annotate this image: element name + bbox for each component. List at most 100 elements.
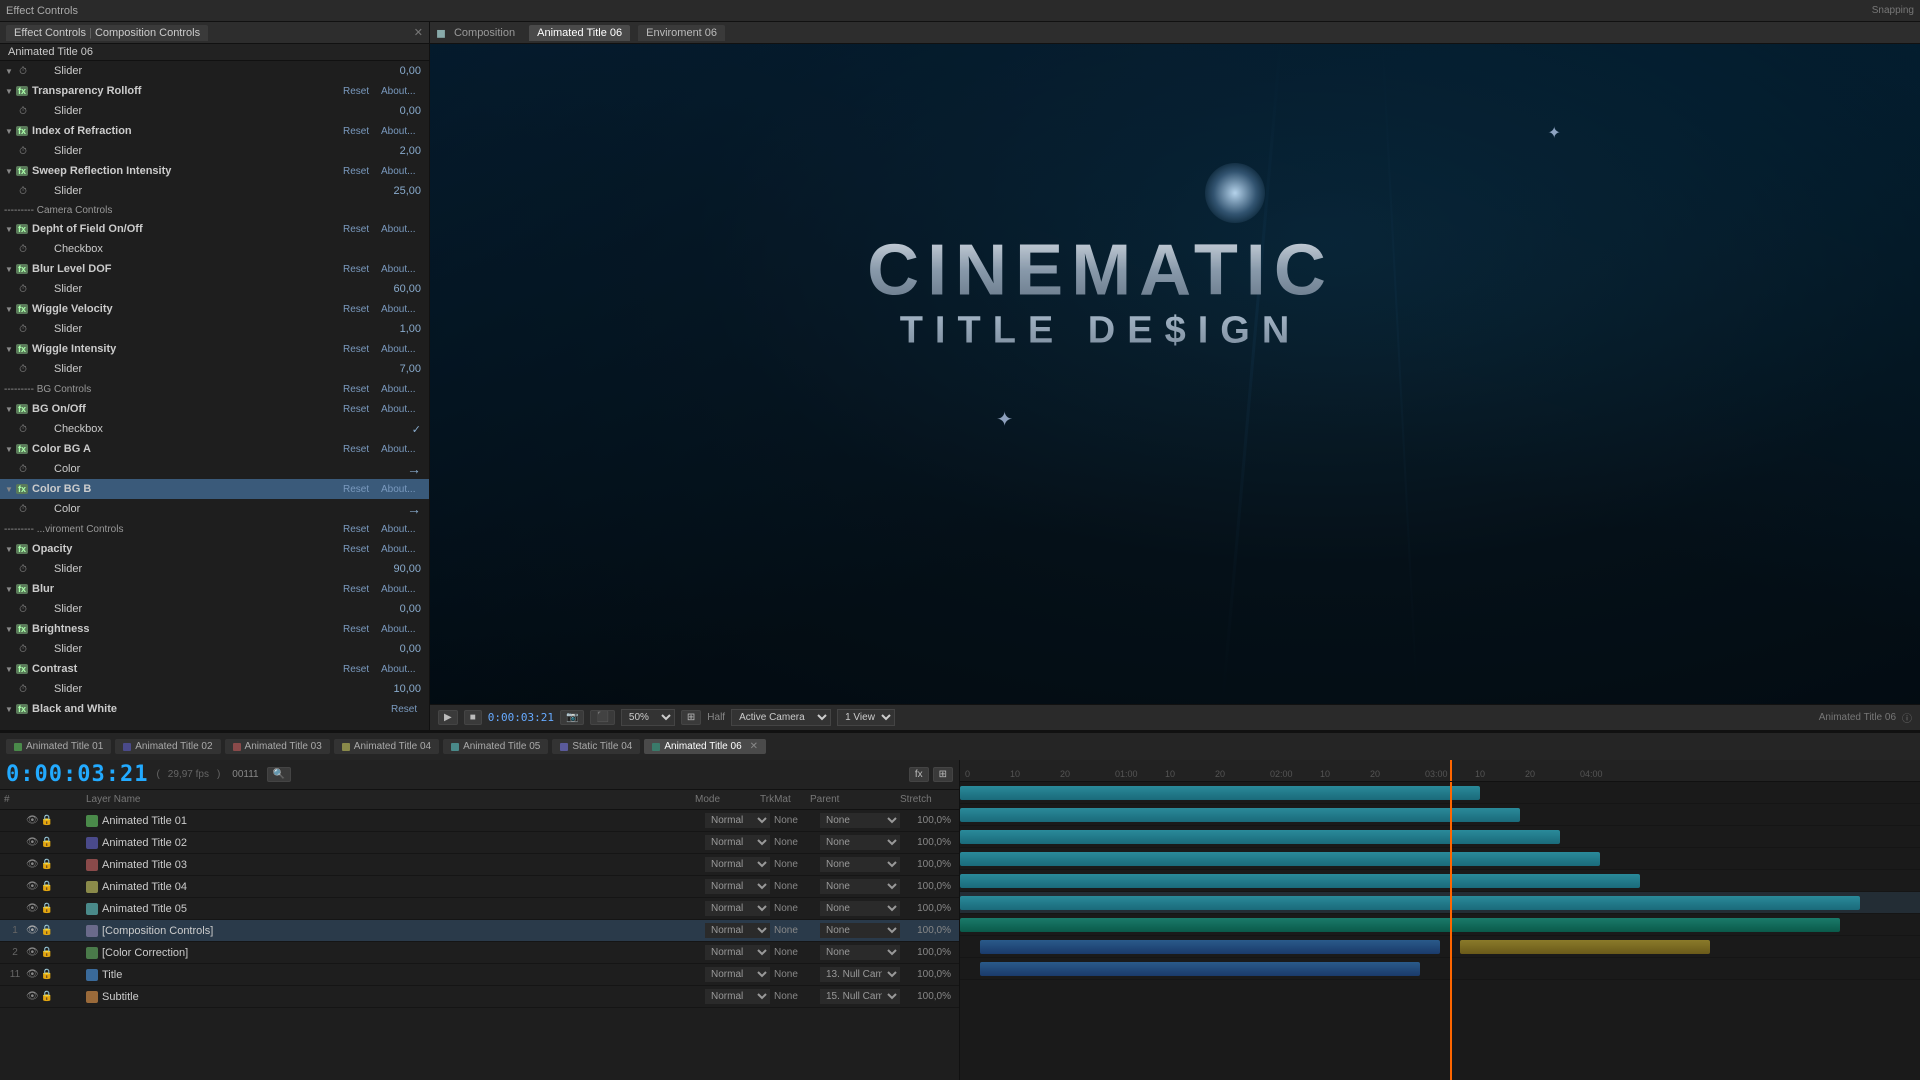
resolution-toggle[interactable]: ⬛ [590,710,614,725]
lock-icon[interactable]: 🔒 [41,837,53,848]
slider-row-2[interactable]: ⏱ Slider 2,00 [0,141,429,161]
slider-row-4[interactable]: ⏱ Slider 60,00 [0,279,429,299]
eye-icon[interactable]: 👁 [26,881,39,892]
layer-parent-select[interactable]: None [820,813,900,828]
comp-tab-enviroment06[interactable]: Enviroment 06 [638,25,725,41]
lock-icon[interactable]: 🔒 [41,947,53,958]
eye-icon[interactable]: 👁 [26,947,39,958]
layer-mode-select[interactable]: Normal [705,813,770,828]
lock-icon[interactable]: 🔒 [41,903,53,914]
color-row-2[interactable]: ⏱ Color → [0,499,429,519]
blur-level-row[interactable]: fx Blur Level DOF Reset About... [0,259,429,279]
about-btn[interactable]: About... [377,86,425,97]
slider-row-1[interactable]: ⏱ Slider 0,00 [0,101,429,121]
slider-row-10[interactable]: ⏱ Slider 10,00 [0,679,429,699]
layer-mode-select[interactable]: Normal [705,967,770,982]
layer-parent-select[interactable]: None [820,901,900,916]
layer-parent-select[interactable]: None [820,879,900,894]
contrast-row[interactable]: fx Contrast Reset About... [0,659,429,679]
layer-parent-select[interactable]: 13. Null Cam 1 [820,967,900,982]
comp-strip-tab-static04[interactable]: Static Title 04 [552,739,640,754]
reset-btn[interactable]: Reset [339,166,377,177]
reset-btn[interactable]: Reset [339,484,377,495]
index-refraction-row[interactable]: fx Index of Refraction Reset About... [0,121,429,141]
layer-mode-select[interactable]: Normal [705,923,770,938]
about-btn[interactable]: About... [377,524,425,535]
about-btn[interactable]: About... [377,664,425,675]
eye-icon[interactable]: 👁 [26,991,39,1002]
lock-icon[interactable]: 🔒 [41,969,53,980]
eye-icon[interactable]: 👁 [26,903,39,914]
comp-strip-tab-06[interactable]: Animated Title 06 ✕ [644,739,766,754]
lock-icon[interactable]: 🔒 [41,991,53,1002]
about-btn[interactable]: About... [377,304,425,315]
view-mode-select[interactable]: Active Camera [731,709,831,726]
reset-btn[interactable]: Reset [339,344,377,355]
eye-icon[interactable]: 👁 [26,859,39,870]
comp-strip-tab-03[interactable]: Animated Title 03 [225,739,330,754]
about-btn[interactable]: About... [377,444,425,455]
reset-btn[interactable]: Reset [339,224,377,235]
layer-parent-select[interactable]: 15. Null Cam 2 [820,989,900,1004]
blur-row[interactable]: fx Blur Reset About... [0,579,429,599]
reset-btn[interactable]: Reset [387,704,425,715]
about-btn[interactable]: About... [377,584,425,595]
comp-tab-animated06[interactable]: Animated Title 06 [529,25,630,41]
snapshot-button[interactable]: 📷 [560,710,584,725]
comp-strip-tab-01[interactable]: Animated Title 01 [6,739,111,754]
lock-icon[interactable]: 🔒 [41,881,53,892]
black-white-row[interactable]: fx Black and White Reset [0,699,429,719]
about-btn[interactable]: About... [377,544,425,555]
slider-row-9[interactable]: ⏱ Slider 0,00 [0,639,429,659]
eye-icon[interactable]: 👁 [26,837,39,848]
layer-row[interactable]: 👁 🔒 Subtitle Normal None 15. Null Cam 2 … [0,986,959,1008]
about-btn[interactable]: About... [377,166,425,177]
about-btn[interactable]: About... [377,344,425,355]
reset-btn[interactable]: Reset [339,264,377,275]
play-button[interactable]: ▶ [438,710,458,725]
color-bg-a-row[interactable]: fx Color BG A Reset About... [0,439,429,459]
layer-row[interactable]: 👁 🔒 Animated Title 05 Normal None None 1… [0,898,959,920]
slider-row-5[interactable]: ⏱ Slider 1,00 [0,319,429,339]
reset-btn[interactable]: Reset [339,584,377,595]
color-row-1[interactable]: ⏱ Color → [0,459,429,479]
layer-row[interactable]: 👁 🔒 Animated Title 04 Normal None None 1… [0,876,959,898]
comp-strip-tab-02[interactable]: Animated Title 02 [115,739,220,754]
layer-row[interactable]: 👁 🔒 Animated Title 02 Normal None None 1… [0,832,959,854]
layer-row[interactable]: 1 👁 🔒 [Composition Controls] Normal None… [0,920,959,942]
viroment-controls-separator[interactable]: --------- ...viroment Controls Reset Abo… [0,519,429,539]
about-btn[interactable]: About... [377,484,425,495]
about-btn[interactable]: About... [377,624,425,635]
layer-parent-select[interactable]: None [820,945,900,960]
stop-button[interactable]: ■ [464,710,482,725]
search-layer-btn[interactable]: 🔍 [267,767,291,782]
panel-close-icon[interactable]: ✕ [414,26,423,39]
lock-icon[interactable]: 🔒 [41,859,53,870]
layer-parent-select[interactable]: None [820,857,900,872]
comp-strip-tab-05[interactable]: Animated Title 05 [443,739,548,754]
bg-onoff-row[interactable]: fx BG On/Off Reset About... [0,399,429,419]
checkbox-row-1[interactable]: ⏱ Checkbox [0,239,429,259]
about-btn[interactable]: About... [377,404,425,415]
reset-btn[interactable]: Reset [339,444,377,455]
close-icon[interactable]: ✕ [750,741,758,752]
reset-btn[interactable]: Reset [339,664,377,675]
layer-row[interactable]: 👁 🔒 Animated Title 03 Normal None None 1… [0,854,959,876]
reset-btn[interactable]: Reset [339,404,377,415]
reset-btn[interactable]: Reset [339,544,377,555]
reset-btn[interactable]: Reset [339,126,377,137]
reset-btn[interactable]: Reset [339,384,377,395]
layer-row[interactable]: 👁 🔒 Animated Title 01 Normal None None 1… [0,810,959,832]
layer-row[interactable]: 11 👁 🔒 Title Normal None 13. Null Cam 1 … [0,964,959,986]
checkbox-row-2[interactable]: ⏱ Checkbox ✓ [0,419,429,439]
sweep-reflection-row[interactable]: fx Sweep Reflection Intensity Reset Abou… [0,161,429,181]
color-bg-b-row[interactable]: fx Color BG B Reset About... [0,479,429,499]
lock-icon[interactable]: 🔒 [41,815,53,826]
safe-areas-btn[interactable]: ⊞ [681,710,701,725]
reset-btn[interactable]: Reset [339,304,377,315]
opacity-row[interactable]: fx Opacity Reset About... [0,539,429,559]
wiggle-intensity-row[interactable]: fx Wiggle Intensity Reset About... [0,339,429,359]
reset-btn[interactable]: Reset [339,86,377,97]
tl-fx-btn[interactable]: fx [909,767,929,782]
layer-parent-select[interactable]: None [820,835,900,850]
